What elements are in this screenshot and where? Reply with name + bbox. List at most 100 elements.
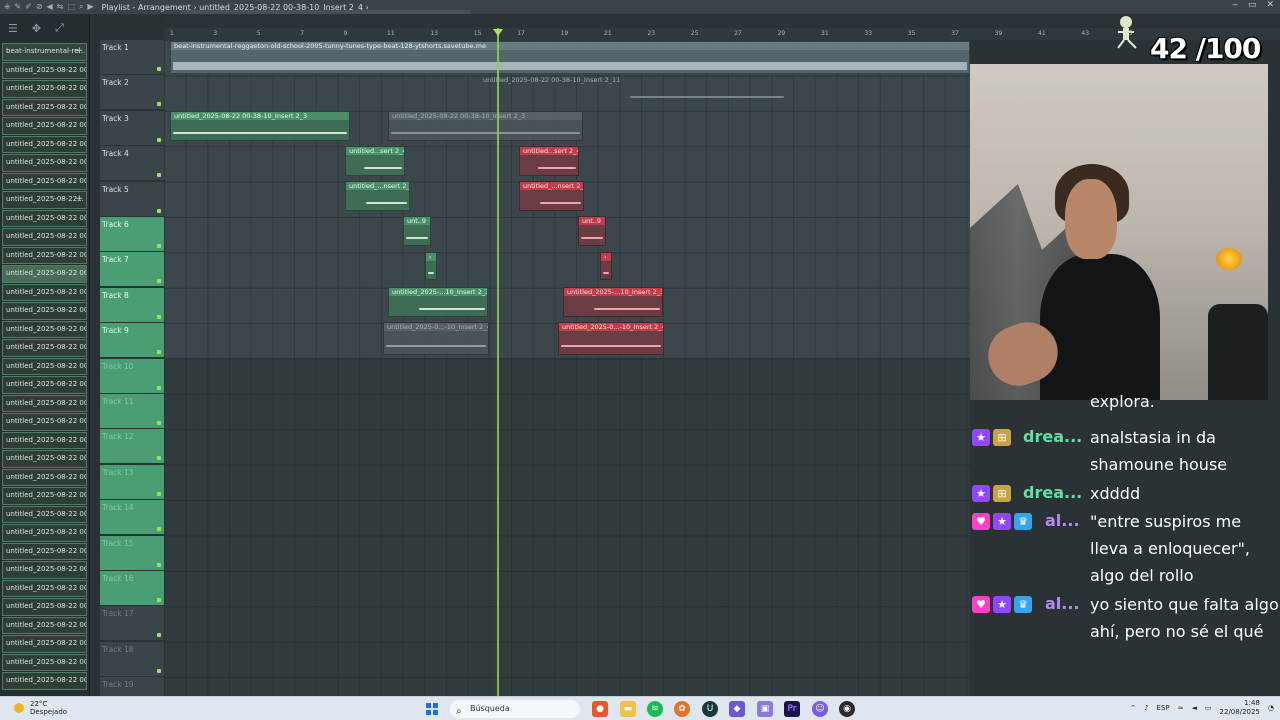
track-mute-led[interactable] [157,491,161,496]
clip-track4-a[interactable]: untitled...sert 2_4 [345,146,405,176]
clip-track5-b[interactable]: untitled_...nsert 2_5 [519,181,584,211]
track-header[interactable]: Track 6 [100,217,164,252]
browser-item[interactable]: untitled_2025-08-22 00-... [2,209,87,227]
obs-icon[interactable]: ◉ [839,701,855,717]
track-mute-led[interactable] [157,350,161,355]
track-mute-led[interactable] [157,562,161,567]
maximize-button[interactable]: ▭ [1248,0,1257,10]
move-icon[interactable]: ✥ [32,22,41,35]
clip-beat-audio[interactable]: beat-instrumental-reggaeton-old-school-2… [170,41,970,74]
browser-item[interactable]: untitled_2025-08-22 00-... [2,598,87,616]
track-mute-led[interactable] [157,279,161,284]
clip-track7-a[interactable]: › [425,252,437,280]
browser-item[interactable]: untitled_2025-08-22 00-... [2,61,87,79]
clip-track4-b[interactable]: untitled...sert 2_4 [519,146,579,176]
browser-item[interactable]: untitled_2025-08-22 00-... [2,320,87,338]
browser-item[interactable]: untitled_2025-08-22 00-... [2,265,87,283]
browser-item[interactable]: untitled_2025-08-22 00-... [2,154,87,172]
microphone-icon[interactable]: ♪ [1144,704,1148,712]
clip-track8-a[interactable]: untitled_2025-...10_Insert 2_36 [388,287,488,317]
track-header[interactable]: Track 9 [100,323,164,359]
browser-item[interactable]: untitled_2025-08-22 00-... [2,172,87,190]
browser-item[interactable]: beat-instrumental-re... + [2,43,87,61]
browser-item[interactable]: untitled_2025-08-22 00-... [2,450,87,468]
browser-item[interactable]: untitled_2025-08-22 00-... [2,653,87,671]
browser-item[interactable]: untitled_2025-08-22 00-... [2,579,87,597]
twitch-icon[interactable]: ◆ [729,701,745,717]
browser-item[interactable]: untitled_2025-08-22 00-... [2,117,87,135]
browser-item[interactable]: untitled_2025-08-22 00-... [2,246,87,264]
browser-item[interactable]: untitled_2025-08-22 00-... [2,561,87,579]
track-mute-led[interactable] [157,633,161,638]
clip-track9-b[interactable]: untitled_2025-0...-10_Insert 2_41 [558,322,664,355]
browser-item[interactable]: untitled_2025-08-22 00-... [2,542,87,560]
track-mute-led[interactable] [157,598,161,602]
add-icon[interactable]: + [75,44,83,59]
track-header[interactable]: Track 13 [100,464,164,500]
browser-item[interactable]: untitled_2025-08-22 00-... [2,394,87,412]
clip-track6-a[interactable]: unt..9 [403,216,431,246]
browser-item[interactable]: untitled_2025-08-22 00-... [2,98,87,116]
browser-item[interactable]: untitled_2025-08-22... + [2,191,87,209]
app-icon[interactable]: U [702,701,718,717]
track-mute-led[interactable] [157,244,161,248]
battery-icon[interactable]: ▭ [1205,704,1212,712]
playback-icon[interactable]: ▶ [87,2,93,12]
clock[interactable]: 1:48 22/08/2025 [1220,699,1260,717]
weather-widget[interactable]: 22°C Despejado [14,700,67,716]
playhead-marker[interactable] [493,29,503,36]
firefox-icon[interactable]: ● [592,701,608,717]
track-mute-led[interactable] [157,173,161,178]
track-mute-led[interactable] [157,385,161,390]
track-header[interactable]: Track 14 [100,500,164,536]
track-header[interactable]: Track 8 [100,287,164,323]
browser-item[interactable]: untitled_2025-08-22 00-... [2,672,87,690]
delete-icon[interactable]: ⊘ [36,2,43,12]
track-header[interactable]: Track 12 [100,429,164,465]
track-mute-led[interactable] [157,314,161,319]
clip-track5-a[interactable]: untitled_...nsert 2_5 [345,181,410,211]
zoom-icon[interactable]: ⌕ [79,2,83,12]
track-mute-led[interactable] [157,137,161,142]
track-header[interactable]: Track 15 [100,535,164,571]
track-mute-led[interactable] [157,456,161,461]
browser-item[interactable]: untitled_2025-08-22 00-... [2,228,87,246]
taskbar-search[interactable]: ⌕ Búsqueda [450,700,580,718]
track-mute-led[interactable] [157,421,161,425]
track-header[interactable]: Track 11 [100,394,164,429]
windows-start-icon[interactable] [426,703,438,715]
browser-item[interactable]: untitled_2025-08-22 00-... [2,302,87,320]
track-header[interactable]: Track 10 [100,358,164,394]
track-header[interactable]: Track 16 [100,571,164,606]
track-mute-led[interactable] [157,208,161,213]
browser-item[interactable]: untitled_2025-08-22 00-... [2,487,87,505]
clip-track7-b[interactable]: › [600,252,612,280]
track-header[interactable]: Track 17 [100,606,164,642]
track-header[interactable]: Track 4 [100,146,164,182]
mute-icon[interactable]: ◀ [47,2,53,12]
app2-icon[interactable]: ▣ [757,701,773,717]
track-header[interactable]: Track 2 [100,75,164,111]
browser-item[interactable]: untitled_2025-08-22 00-... [2,524,87,542]
clip-track2[interactable]: untitled_2025-08-22 00-38-10_Insert 2_11 [480,76,790,106]
minimize-button[interactable]: ‒ [1232,0,1238,10]
close-button[interactable]: ✕ [1266,0,1274,10]
browser-item[interactable]: untitled_2025-08-22 00-... [2,283,87,301]
clip-track9-a[interactable]: untitled_2025-0...-10_Insert 2_41 [383,322,489,355]
track-header[interactable]: Track 7 [100,252,164,288]
track-header[interactable]: Track 3 [100,110,164,146]
browser-item[interactable]: untitled_2025-08-22 00-... [2,635,87,653]
browser-item[interactable]: untitled_2025-08-22 00-... [2,339,87,357]
browser-item[interactable]: untitled_2025-08-22 00-... [2,431,87,449]
chevron-up-icon[interactable]: ⌃ [1130,704,1136,712]
pencil-icon[interactable]: ✎ [14,2,21,12]
clip-track8-b[interactable]: untitled_2025-...10_Insert 2_36 [563,287,663,317]
browser-item[interactable]: untitled_2025-08-22 00-... [2,505,87,523]
track-mute-led[interactable] [157,102,161,107]
track-mute-led[interactable] [157,668,161,673]
clip-track6-b[interactable]: unt..9 [578,216,606,246]
brush-icon[interactable]: ✐ [25,2,32,12]
fl-studio-icon[interactable]: ✿ [674,701,690,717]
language-indicator[interactable]: ESP [1157,704,1170,712]
discord-icon[interactable]: ☺ [812,701,828,717]
